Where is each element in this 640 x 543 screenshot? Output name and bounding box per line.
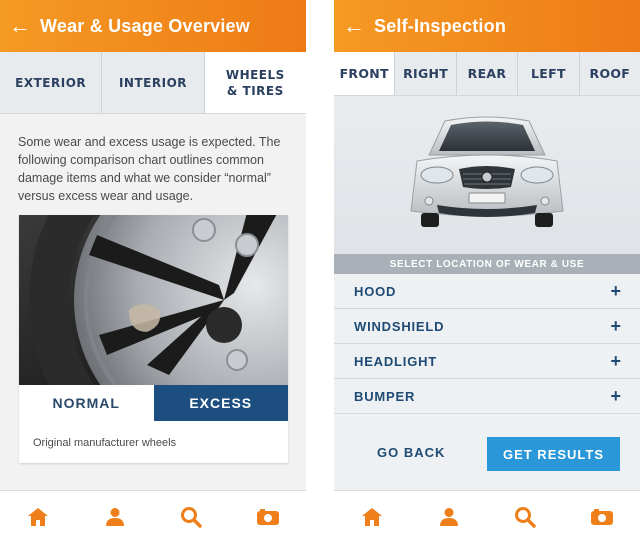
go-back-button[interactable]: GO BACK xyxy=(377,445,445,460)
tab-interior[interactable]: INTERIOR xyxy=(101,52,203,113)
get-results-button[interactable]: GET RESULTS xyxy=(487,437,620,471)
comparison-card: NORMAL EXCESS Original manufacturer whee… xyxy=(19,215,288,463)
header-bar: ← Self-Inspection xyxy=(334,0,640,52)
nav-search[interactable] xyxy=(487,491,564,543)
nav-profile[interactable] xyxy=(77,491,154,543)
wear-usage-screen: ← Wear & Usage Overview EXTERIOR INTERIO… xyxy=(0,0,306,543)
location-label: BUMPER xyxy=(354,388,416,404)
location-label: HOOD xyxy=(354,283,397,299)
nav-camera[interactable] xyxy=(230,491,307,543)
category-tabs: EXTERIOR INTERIOR WHEELS & TIRES xyxy=(0,52,306,114)
comparison-toggle: NORMAL EXCESS xyxy=(19,385,288,421)
image-caption: Original manufacturer wheels xyxy=(33,437,177,449)
user-icon xyxy=(105,508,124,526)
header-bar: ← Wear & Usage Overview xyxy=(0,0,306,52)
excess-button[interactable]: EXCESS xyxy=(153,385,288,421)
plus-icon[interactable]: + xyxy=(610,386,621,407)
back-arrow-icon[interactable]: ← xyxy=(334,0,374,52)
tab-exterior[interactable]: EXTERIOR xyxy=(0,52,101,113)
view-tabs: FRONT RIGHT REAR LEFT ROOF xyxy=(334,52,640,96)
home-icon xyxy=(28,508,49,526)
location-label: WINDSHIELD xyxy=(354,318,445,334)
location-item-bumper[interactable]: BUMPER + xyxy=(334,379,640,414)
nav-home[interactable] xyxy=(0,491,77,543)
location-label: HEADLIGHT xyxy=(354,353,438,369)
search-icon xyxy=(515,507,536,528)
wheel-photo xyxy=(19,215,288,385)
plus-icon[interactable]: + xyxy=(610,316,621,337)
camera-icon xyxy=(590,509,613,525)
nav-home[interactable] xyxy=(334,491,411,543)
location-item-headlight[interactable]: HEADLIGHT + xyxy=(334,344,640,379)
tab-rear[interactable]: REAR xyxy=(455,52,517,95)
nav-search[interactable] xyxy=(153,491,230,543)
tab-right[interactable]: RIGHT xyxy=(394,52,455,95)
location-item-windshield[interactable]: WINDSHIELD + xyxy=(334,309,640,344)
intro-text: Some wear and excess usage is expected. … xyxy=(18,135,281,203)
bottom-navigation xyxy=(334,490,640,543)
user-icon xyxy=(439,508,458,526)
camera-icon xyxy=(256,509,279,525)
location-item-hood[interactable]: HOOD + xyxy=(334,274,640,309)
car-front-image xyxy=(410,116,564,227)
select-location-bar: SELECT LOCATION OF WEAR & USE xyxy=(334,254,640,274)
back-arrow-icon[interactable]: ← xyxy=(0,0,40,52)
tab-front[interactable]: FRONT xyxy=(334,52,395,95)
location-list: HOOD + WINDSHIELD + HEADLIGHT + BUMPER + xyxy=(334,274,640,414)
self-inspection-screen: ← Self-Inspection FRONT RIGHT REAR LEFT … xyxy=(334,0,640,543)
home-icon xyxy=(362,508,383,526)
action-bar: GO BACK GET RESULTS xyxy=(334,417,640,490)
bottom-navigation xyxy=(0,490,306,543)
content-area: Some wear and excess usage is expected. … xyxy=(0,114,306,490)
tab-left[interactable]: LEFT xyxy=(517,52,578,95)
page-title: Self-Inspection xyxy=(374,15,507,36)
plus-icon[interactable]: + xyxy=(610,351,621,372)
tab-wheels-tires[interactable]: WHEELS & TIRES xyxy=(203,52,306,113)
normal-button[interactable]: NORMAL xyxy=(19,385,154,421)
car-front-view[interactable] xyxy=(334,96,640,254)
nav-camera[interactable] xyxy=(564,491,640,543)
search-icon xyxy=(181,507,202,528)
page-title: Wear & Usage Overview xyxy=(40,15,250,36)
nav-profile[interactable] xyxy=(411,491,488,543)
plus-icon[interactable]: + xyxy=(610,281,621,302)
tab-roof[interactable]: ROOF xyxy=(578,52,640,95)
